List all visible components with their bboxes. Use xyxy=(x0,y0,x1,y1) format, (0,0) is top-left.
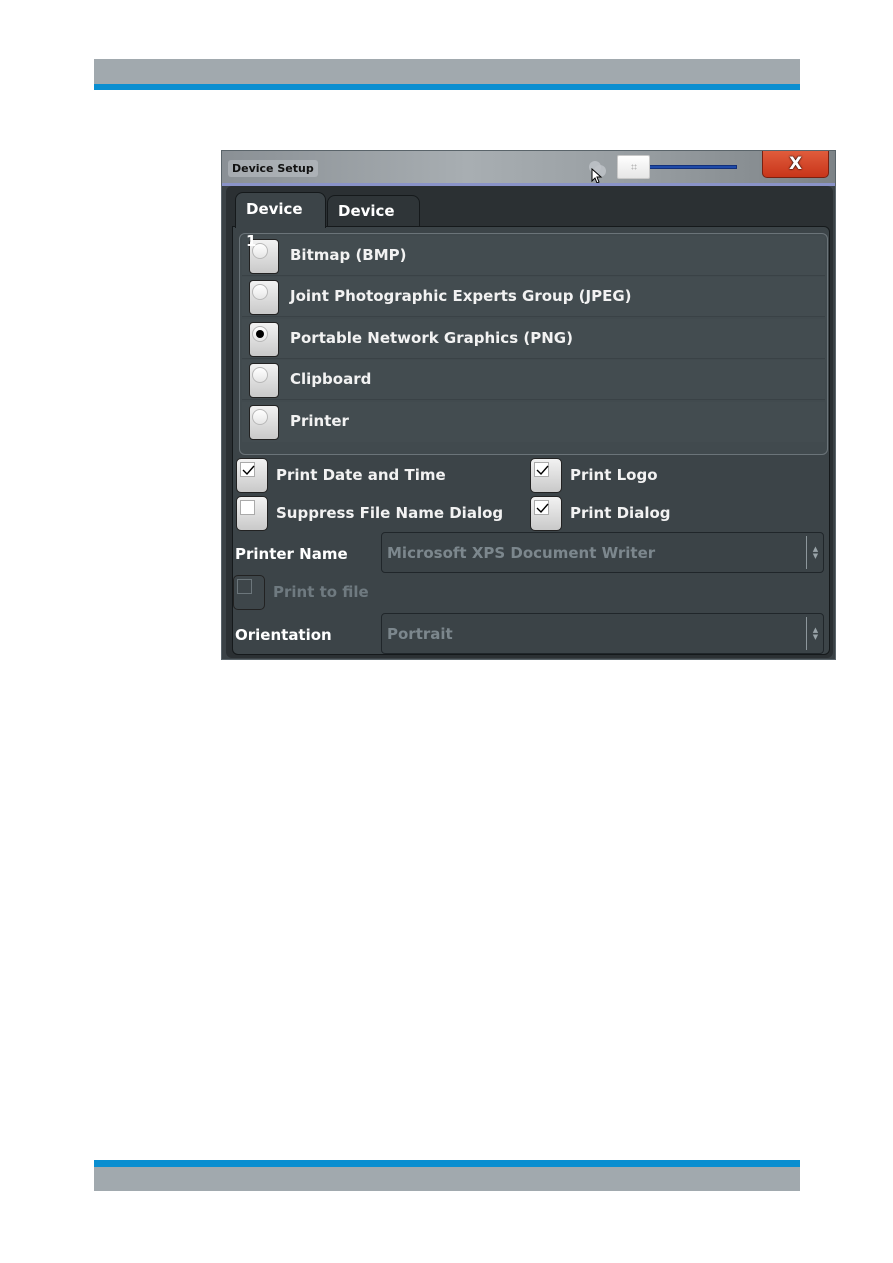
dialog-content: Device 1 Device 2 Bitmap (BMP) Joint Pho… xyxy=(226,186,833,658)
checkmark-icon xyxy=(534,500,549,515)
radio-label: Clipboard xyxy=(290,370,372,388)
checkbox-box[interactable] xyxy=(236,496,268,531)
printer-name-value: Microsoft XPS Document Writer xyxy=(387,544,656,562)
radio-button[interactable] xyxy=(249,363,279,398)
select-divider xyxy=(806,617,807,650)
checkbox-box[interactable] xyxy=(530,496,562,531)
header-blue-rule xyxy=(94,84,800,90)
tab-panel-device-1: Bitmap (BMP) Joint Photographic Experts … xyxy=(232,226,830,655)
radio-indicator-icon xyxy=(252,409,268,425)
radio-label: Printer xyxy=(290,412,349,430)
tab-device-2[interactable]: Device 2 xyxy=(327,195,420,250)
output-format-group: Bitmap (BMP) Joint Photographic Experts … xyxy=(239,233,828,455)
checkbox-label: Print Dialog xyxy=(570,504,671,522)
radio-label: Portable Network Graphics (PNG) xyxy=(290,329,573,347)
checkbox-empty-icon xyxy=(237,579,252,594)
orientation-label: Orientation xyxy=(235,626,332,644)
radio-selected-icon xyxy=(252,326,268,342)
slider-thumb[interactable] xyxy=(617,155,650,179)
transparency-slider[interactable] xyxy=(617,155,743,179)
printer-name-label: Printer Name xyxy=(235,545,348,563)
footer-gray-band xyxy=(94,1167,800,1191)
radio-button[interactable] xyxy=(249,405,279,440)
updown-arrows-icon: ▲ ▼ xyxy=(812,626,819,641)
header-gray-band xyxy=(94,59,800,84)
checkbox-box[interactable] xyxy=(530,458,562,493)
radio-option-bmp[interactable]: Bitmap (BMP) xyxy=(242,236,825,276)
radio-label: Bitmap (BMP) xyxy=(290,246,407,264)
radio-button[interactable] xyxy=(249,322,279,357)
orientation-select[interactable]: Portrait ▲ ▼ xyxy=(381,613,824,654)
checkmark-icon xyxy=(240,462,255,477)
radio-option-printer[interactable]: Printer xyxy=(242,402,825,442)
checkbox-box[interactable] xyxy=(233,575,265,610)
device-setup-dialog: Device Setup X Device 1 Device 2 Bitmap … xyxy=(221,150,836,660)
checkbox-empty-icon xyxy=(240,500,255,515)
checkbox-label: Suppress File Name Dialog xyxy=(276,504,504,522)
print-logo-checkbox[interactable]: Print Logo xyxy=(530,458,730,494)
page-header-bar xyxy=(94,59,800,90)
radio-option-jpeg[interactable]: Joint Photographic Experts Group (JPEG) xyxy=(242,277,825,317)
checkmark-icon xyxy=(534,462,549,477)
tab-device-1[interactable]: Device 1 xyxy=(235,192,326,250)
suppress-file-name-dialog-checkbox[interactable]: Suppress File Name Dialog xyxy=(236,496,516,532)
select-divider xyxy=(806,536,807,569)
dialog-title: Device Setup xyxy=(228,160,318,177)
radio-option-png[interactable]: Portable Network Graphics (PNG) xyxy=(242,319,825,359)
radio-label: Joint Photographic Experts Group (JPEG) xyxy=(290,287,632,305)
checkbox-label: Print to file xyxy=(273,583,369,601)
close-button[interactable]: X xyxy=(762,151,829,178)
radio-option-clipboard[interactable]: Clipboard xyxy=(242,360,825,400)
radio-indicator-icon xyxy=(252,367,268,383)
checkbox-label: Print Date and Time xyxy=(276,466,446,484)
checkbox-box[interactable] xyxy=(236,458,268,493)
updown-arrows-icon: ▲ ▼ xyxy=(812,545,819,560)
printer-name-select[interactable]: Microsoft XPS Document Writer ▲ ▼ xyxy=(381,532,824,573)
page-footer-bar xyxy=(94,1160,800,1191)
slider-track[interactable] xyxy=(647,165,737,169)
checkbox-label: Print Logo xyxy=(570,466,658,484)
footer-blue-rule xyxy=(94,1160,800,1167)
title-bar[interactable]: Device Setup X xyxy=(222,151,835,184)
mouse-cursor-icon xyxy=(591,168,603,184)
radio-button[interactable] xyxy=(249,280,279,315)
orientation-value: Portrait xyxy=(387,625,453,643)
print-dialog-checkbox[interactable]: Print Dialog xyxy=(530,496,730,532)
print-date-time-checkbox[interactable]: Print Date and Time xyxy=(236,458,516,494)
print-to-file-checkbox[interactable]: Print to file xyxy=(233,575,393,611)
radio-indicator-icon xyxy=(252,284,268,300)
